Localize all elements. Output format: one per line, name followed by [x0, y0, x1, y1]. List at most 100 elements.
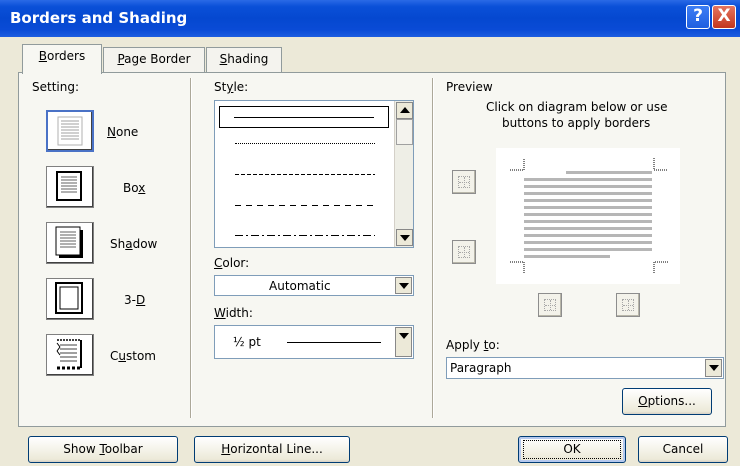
label-part: Sh — [110, 237, 126, 251]
setting-custom-label: Custom — [110, 349, 156, 363]
cancel-button[interactable]: Cancel — [638, 436, 728, 463]
page-icon — [57, 116, 83, 146]
label-part: one — [115, 125, 139, 139]
scroll-thumb[interactable] — [396, 119, 413, 145]
style-listbox[interactable] — [214, 100, 414, 248]
shadow-border-icon — [55, 226, 83, 258]
left-border-button[interactable] — [538, 293, 562, 317]
preview-label: Preview — [446, 80, 493, 94]
arrow-up-icon — [399, 107, 410, 113]
label-part: Show — [63, 442, 100, 456]
style-option-dash-dot[interactable] — [235, 235, 375, 236]
label-accel: W — [214, 306, 226, 320]
dropdown-button[interactable] — [395, 327, 412, 357]
tab-accel: B — [38, 49, 47, 63]
top-border-button[interactable] — [452, 170, 476, 194]
setting-shadow-label: Shadow — [110, 237, 157, 251]
dropdown-button[interactable] — [705, 359, 722, 377]
options-button[interactable]: Options... — [622, 388, 712, 415]
window-title: Borders and Shading — [10, 9, 188, 27]
ok-label: OK — [563, 442, 581, 456]
width-dropdown[interactable]: ½ pt — [214, 325, 414, 359]
width-line-sample — [287, 342, 381, 343]
ok-button[interactable]: OK — [518, 436, 626, 463]
label-part: dow — [132, 237, 158, 251]
solid-line — [234, 117, 374, 118]
preview-line — [524, 185, 652, 188]
style-scrollbar[interactable] — [394, 101, 413, 247]
style-option-dashed[interactable] — [235, 205, 375, 206]
tab-page-border[interactable]: Page Border — [103, 47, 205, 72]
style-option-solid-selected[interactable] — [219, 106, 389, 128]
chevron-down-icon — [398, 332, 409, 339]
corner-marks-icon — [510, 158, 668, 274]
arrow-down-icon — [399, 235, 410, 241]
preview-line — [566, 171, 652, 174]
setting-shadow-button[interactable] — [46, 222, 94, 264]
tab-label: orders — [46, 49, 86, 63]
label-part: Bo — [123, 181, 139, 195]
show-toolbar-button[interactable]: Show Toolbar — [28, 436, 178, 463]
label-accel: u — [118, 349, 126, 363]
apply-to-dropdown[interactable]: Paragraph — [446, 357, 724, 379]
left-border-icon — [544, 299, 556, 311]
label-part: le: — [233, 80, 249, 94]
color-label: Color: — [214, 256, 249, 270]
preview-line — [524, 241, 652, 244]
style-option-dashed-short[interactable] — [235, 174, 375, 175]
apply-to-label: Apply to: — [446, 338, 500, 352]
scroll-up-button[interactable] — [396, 102, 413, 119]
label-accel: O — [638, 394, 648, 408]
preview-line — [524, 227, 652, 230]
setting-none-label: None — [107, 125, 138, 139]
preview-line — [524, 255, 610, 258]
horizontal-line-button[interactable]: Horizontal Line... — [194, 436, 350, 463]
label-accel: x — [138, 181, 146, 195]
label-accel: H — [221, 442, 231, 456]
label-part: 3- — [124, 293, 136, 307]
preview-hint-1: Click on diagram below or use — [486, 100, 668, 114]
preview-diagram[interactable] — [496, 148, 680, 284]
preview-line — [524, 220, 652, 223]
tab-borders[interactable]: Borders — [22, 44, 102, 74]
tab-label: age Border — [124, 52, 191, 66]
tab-label: hading — [227, 52, 269, 66]
preview-line — [524, 192, 652, 195]
label-part: ptions... — [647, 394, 696, 408]
close-button[interactable]: X — [712, 5, 736, 29]
setting-box-label: Box — [123, 181, 145, 195]
label-part: o: — [488, 338, 500, 352]
dropdown-button[interactable] — [395, 277, 412, 294]
style-label: Style: — [214, 80, 248, 94]
color-dropdown[interactable]: Automatic — [214, 275, 414, 296]
color-value: Automatic — [269, 279, 331, 293]
scroll-down-button[interactable] — [396, 229, 413, 246]
preview-line — [524, 213, 652, 216]
right-border-icon — [622, 299, 634, 311]
setting-box-button[interactable] — [46, 166, 94, 208]
setting-none-button[interactable] — [46, 110, 94, 152]
top-border-icon — [458, 176, 470, 188]
3d-border-icon — [55, 282, 83, 314]
custom-border-icon — [56, 339, 82, 370]
chevron-down-icon — [398, 282, 409, 289]
right-border-button[interactable] — [616, 293, 640, 317]
preview-hint-2: buttons to apply borders — [502, 116, 651, 130]
label-part: idth: — [225, 306, 253, 320]
apply-to-value: Paragraph — [450, 361, 512, 375]
title-bar: Borders and Shading ? X — [0, 0, 740, 37]
inside-horizontal-border-button[interactable] — [452, 240, 476, 264]
box-border-icon — [56, 171, 82, 201]
setting-custom-button[interactable] — [46, 334, 94, 376]
preview-line — [524, 234, 652, 237]
tab-shading[interactable]: Shading — [206, 47, 282, 72]
preview-line — [524, 206, 652, 209]
inside-border-icon — [458, 246, 470, 258]
label-part: St — [214, 80, 227, 94]
setting-3d-label: 3-D — [124, 293, 145, 307]
label-part: stom — [126, 349, 156, 363]
preview-line — [524, 199, 652, 202]
setting-3d-button[interactable] — [46, 278, 94, 320]
style-option-dotted[interactable] — [235, 143, 375, 144]
help-button[interactable]: ? — [686, 5, 710, 29]
